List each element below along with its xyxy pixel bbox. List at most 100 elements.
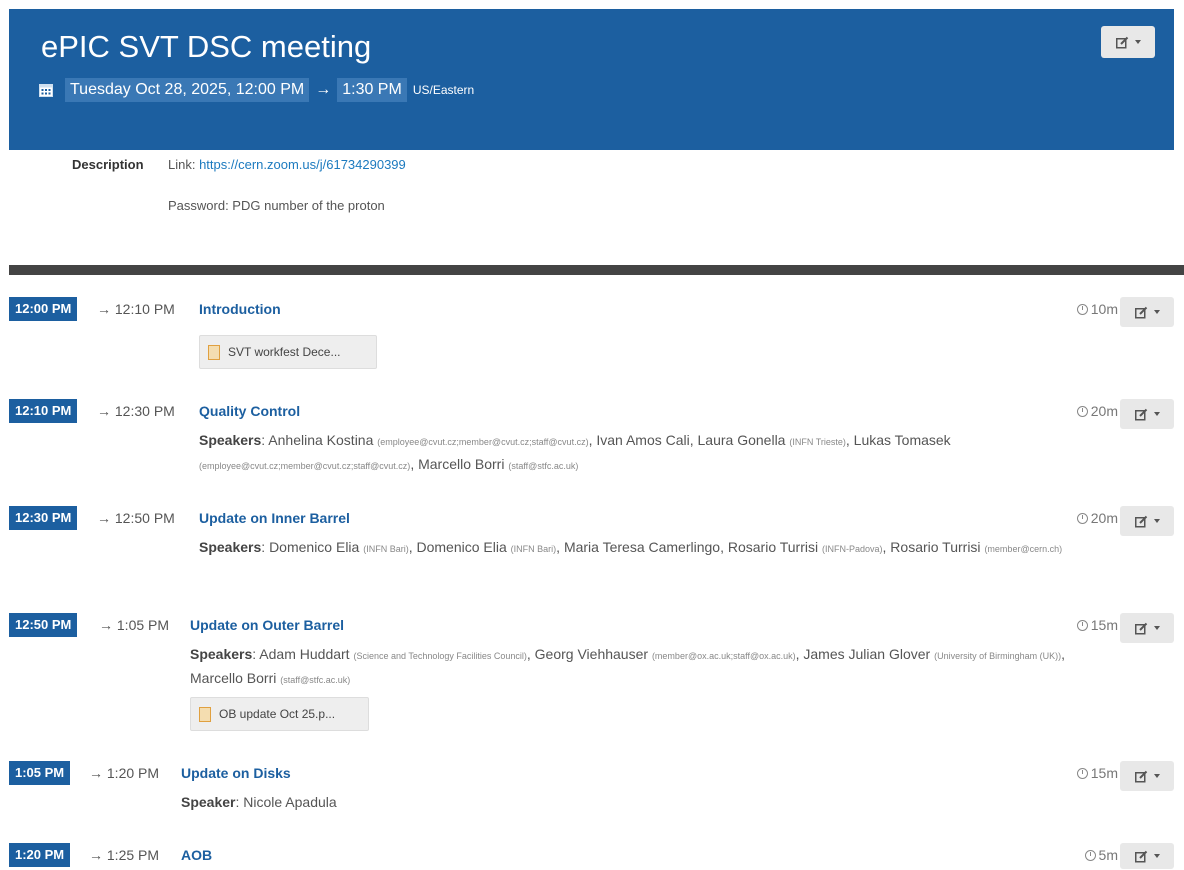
entry-duration: 15m (1076, 617, 1118, 633)
speaker-name: Lukas Tomasek (853, 432, 951, 448)
chevron-down-icon (1134, 40, 1141, 44)
entry-edit-button[interactable] (1120, 297, 1174, 327)
speaker-affiliation: (INFN-Padova) (822, 544, 883, 554)
speaker-affiliation: (INFN Bari) (363, 544, 409, 554)
edit-icon (1134, 306, 1148, 319)
speaker-name: Georg Viehhauser (534, 646, 649, 662)
speaker-affiliation: (member@cern.ch) (984, 544, 1063, 554)
edit-icon (1134, 515, 1148, 528)
edit-icon (1134, 408, 1148, 421)
event-title: ePIC SVT DSC meeting (41, 29, 372, 64)
clock-icon (1076, 303, 1088, 315)
entry-start-time: 1:20 PM (9, 843, 71, 867)
speaker-name: Rosario Turrisi (727, 539, 819, 555)
entry-edit-button[interactable] (1120, 843, 1174, 869)
file-icon (199, 706, 211, 722)
event-dateline: Tuesday Oct 28, 2025, 12:00 PM → 1:30 PM… (39, 78, 474, 102)
chevron-down-icon (1153, 626, 1160, 630)
entry-end-time: → 1:25 PM (89, 847, 160, 863)
entry-title[interactable]: Quality Control (199, 403, 300, 419)
speaker-affiliation: (Science and Technology Facilities Counc… (353, 651, 527, 661)
speaker-affiliation: (University of Birmingham (UK)) (934, 651, 1062, 661)
clock-icon (1076, 405, 1088, 417)
clock-icon (1084, 849, 1096, 861)
entry-duration: 10m (1076, 301, 1118, 317)
speaker-affiliation: (staff@stfc.ac.uk) (508, 461, 579, 471)
chevron-down-icon (1153, 854, 1160, 858)
event-timezone: US/Eastern (412, 83, 475, 97)
zoom-link[interactable]: https://cern.zoom.us/j/61734290399 (199, 157, 406, 172)
chevron-down-icon (1153, 774, 1160, 778)
speaker-affiliation: (staff@stfc.ac.uk) (280, 675, 351, 685)
calendar-icon (39, 83, 53, 97)
event-start-date[interactable]: Tuesday Oct 28, 2025, 12:00 PM (65, 78, 310, 102)
clock-icon (1076, 619, 1088, 631)
speaker-name: Nicole Apadula (243, 794, 337, 810)
password-text: Password: PDG number of the proton (168, 198, 385, 213)
entry-duration: 5m (1084, 847, 1118, 863)
attachment-button[interactable]: SVT workfest Dece... (199, 335, 377, 369)
speaker-name: Ivan Amos Cali (596, 432, 690, 448)
entry-end-time: → 1:20 PM (89, 765, 160, 781)
speaker-name: Anhelina Kostina (268, 432, 374, 448)
timetable-divider (9, 265, 1184, 275)
speaker-list: Speakers: Adam Huddart (Science and Tech… (190, 646, 1066, 686)
event-header: ePIC SVT DSC meeting Tuesday Oct 28, 202… (9, 9, 1174, 150)
entry-title[interactable]: Update on Disks (181, 765, 291, 781)
speaker-affiliation: (INFN Trieste) (789, 437, 846, 447)
clock-icon (1076, 767, 1088, 779)
entry-end-time: → 12:10 PM (97, 301, 175, 317)
entry-duration: 20m (1076, 403, 1118, 419)
entry-duration: 15m (1076, 765, 1118, 781)
speaker-name: Rosario Turrisi (890, 539, 981, 555)
event-edit-button[interactable] (1101, 26, 1155, 58)
edit-icon (1134, 622, 1148, 635)
entry-edit-button[interactable] (1120, 613, 1174, 643)
entry-end-time: → 12:30 PM (97, 403, 175, 419)
edit-icon (1134, 850, 1148, 863)
entry-edit-button[interactable] (1120, 761, 1174, 791)
speaker-list: Speakers: Anhelina Kostina (employee@cvu… (199, 432, 951, 472)
entry-start-time: 12:30 PM (9, 506, 78, 530)
speaker-affiliation: (INFN Bari) (510, 544, 557, 554)
entry-start-time: 1:05 PM (9, 761, 71, 785)
link-prefix: Link: (168, 157, 200, 172)
speaker-name: Maria Teresa Camerlingo (563, 539, 721, 555)
chevron-down-icon (1153, 310, 1160, 314)
attachment-button[interactable]: OB update Oct 25.p... (190, 697, 369, 731)
entry-title[interactable]: Update on Outer Barrel (190, 617, 344, 633)
entry-end-time: → 1:05 PM (99, 617, 170, 633)
description-label: Description (72, 157, 144, 172)
entry-title[interactable]: AOB (181, 847, 212, 863)
event-end-time[interactable]: 1:30 PM (337, 78, 407, 102)
entry-end-time: → 12:50 PM (97, 510, 175, 526)
attachment-label: OB update Oct 25.p... (219, 707, 336, 721)
chevron-down-icon (1153, 519, 1160, 523)
description-body: Link: https://cern.zoom.us/j/61734290399… (168, 157, 768, 239)
edit-icon (1134, 770, 1148, 783)
chevron-down-icon (1153, 412, 1160, 416)
speaker-name: Adam Huddart (259, 646, 350, 662)
edit-icon (1115, 36, 1129, 49)
entry-title[interactable]: Introduction (199, 301, 281, 317)
entry-title[interactable]: Update on Inner Barrel (199, 510, 350, 526)
speaker-name: Domenico Elia (269, 539, 360, 555)
speaker-name: James Julian Glover (803, 646, 931, 662)
speaker-name: Marcello Borri (190, 670, 277, 686)
speaker-list: Speaker: Nicole Apadula (181, 794, 337, 810)
speaker-name: Laura Gonella (697, 432, 786, 448)
speaker-name: Marcello Borri (418, 456, 505, 472)
entry-start-time: 12:50 PM (9, 613, 78, 637)
entry-edit-button[interactable] (1120, 506, 1174, 536)
entry-start-time: 12:00 PM (9, 297, 78, 321)
speaker-list: Speakers: Domenico Elia (INFN Bari), Dom… (199, 539, 1063, 555)
entry-edit-button[interactable] (1120, 399, 1174, 429)
time-arrow: → (315, 81, 332, 98)
clock-icon (1076, 512, 1088, 524)
entry-duration: 20m (1076, 510, 1118, 526)
file-icon (208, 344, 220, 360)
attachment-label: SVT workfest Dece... (228, 345, 341, 359)
entry-start-time: 12:10 PM (9, 399, 78, 423)
speaker-affiliation: (member@ox.ac.uk;staff@ox.ac.uk) (651, 651, 796, 661)
speaker-affiliation: (employee@cvut.cz;member@cvut.cz;staff@c… (377, 437, 589, 447)
